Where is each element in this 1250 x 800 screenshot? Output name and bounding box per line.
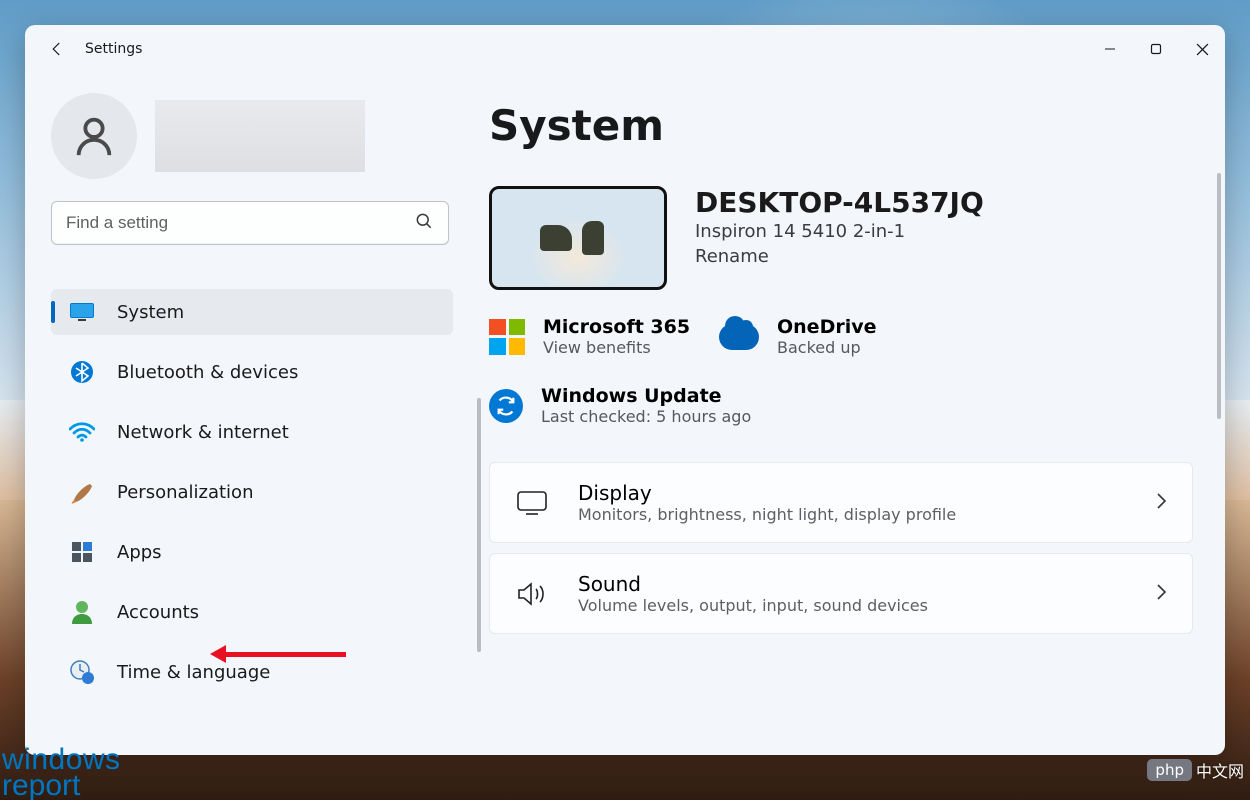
profile-name-placeholder [155, 100, 365, 172]
card-title: Sound [578, 572, 928, 596]
annotation-arrow [210, 645, 346, 663]
card-display[interactable]: Display Monitors, brightness, night ligh… [489, 462, 1193, 543]
device-thumbnail[interactable] [489, 186, 667, 290]
sound-icon [514, 581, 550, 607]
nav-label: Accounts [117, 602, 199, 623]
status-onedrive[interactable]: OneDrive Backed up [719, 316, 999, 357]
nav-list: System Bluetooth & devices Network & int… [51, 289, 439, 695]
page-title: System [489, 101, 1193, 150]
profile-block[interactable] [51, 93, 439, 179]
status-title: Microsoft 365 [543, 316, 690, 338]
nav-item-system[interactable]: System [51, 289, 453, 335]
status-sub: View benefits [543, 338, 690, 357]
device-summary: DESKTOP-4L537JQ Inspiron 14 5410 2-in-1 … [489, 186, 1193, 290]
microsoft-logo-icon [489, 319, 525, 355]
minimize-button[interactable] [1087, 29, 1133, 69]
status-title: Windows Update [541, 385, 751, 407]
bluetooth-icon [69, 359, 95, 385]
back-button[interactable] [41, 33, 73, 65]
status-windows-update[interactable]: Windows Update Last checked: 5 hours ago [489, 385, 999, 426]
watermark-left: windows report [2, 747, 121, 798]
nav-label: Apps [117, 542, 162, 563]
main-content: System DESKTOP-4L537JQ Inspiron 14 5410 … [455, 73, 1225, 755]
search-icon [414, 211, 434, 235]
status-title: OneDrive [777, 316, 877, 338]
apps-icon [69, 539, 95, 565]
card-subtitle: Monitors, brightness, night light, displ… [578, 505, 956, 524]
display-icon [514, 490, 550, 516]
titlebar: Settings [25, 25, 1225, 73]
watermark-right: php 中文网 [1147, 758, 1244, 782]
nav-label: Network & internet [117, 422, 289, 443]
maximize-button[interactable] [1133, 29, 1179, 69]
accounts-icon [69, 599, 95, 625]
close-button[interactable] [1179, 29, 1225, 69]
nav-item-apps[interactable]: Apps [51, 529, 453, 575]
rename-link[interactable]: Rename [695, 246, 984, 267]
avatar-icon [51, 93, 137, 179]
brush-icon [69, 479, 95, 505]
search-input[interactable] [66, 213, 414, 233]
sidebar: System Bluetooth & devices Network & int… [25, 73, 455, 755]
card-sound[interactable]: Sound Volume levels, output, input, soun… [489, 553, 1193, 634]
search-box[interactable] [51, 201, 449, 245]
status-m365[interactable]: Microsoft 365 View benefits [489, 316, 709, 357]
clock-globe-icon [69, 659, 95, 685]
nav-item-bluetooth[interactable]: Bluetooth & devices [51, 349, 453, 395]
device-model: Inspiron 14 5410 2-in-1 [695, 221, 984, 242]
main-scrollbar[interactable] [1217, 173, 1221, 419]
status-sub: Last checked: 5 hours ago [541, 407, 751, 426]
chevron-right-icon [1154, 582, 1168, 606]
nav-label: Time & language [117, 662, 270, 683]
monitor-icon [69, 299, 95, 325]
settings-window: Settings [25, 25, 1225, 755]
cloud-icon [719, 324, 759, 350]
nav-label: Personalization [117, 482, 253, 503]
nav-item-network[interactable]: Network & internet [51, 409, 453, 455]
nav-label: System [117, 302, 184, 323]
sync-icon [489, 389, 523, 423]
status-sub: Backed up [777, 338, 877, 357]
nav-item-accounts[interactable]: Accounts [51, 589, 453, 635]
card-subtitle: Volume levels, output, input, sound devi… [578, 596, 928, 615]
wifi-icon [69, 419, 95, 445]
nav-item-personalization[interactable]: Personalization [51, 469, 453, 515]
device-name: DESKTOP-4L537JQ [695, 186, 984, 219]
chevron-right-icon [1154, 491, 1168, 515]
card-title: Display [578, 481, 956, 505]
nav-label: Bluetooth & devices [117, 362, 298, 383]
window-title: Settings [85, 41, 142, 57]
